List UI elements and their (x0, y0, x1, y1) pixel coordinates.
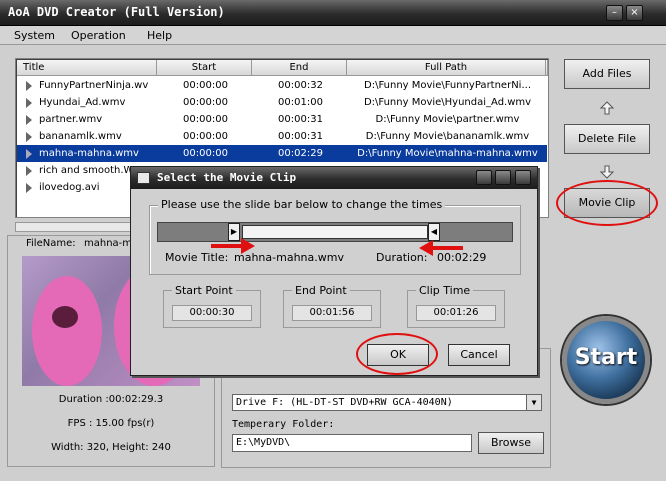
movie-clip-dialog: Select the Movie Clip Please use the sli… (130, 166, 538, 376)
red-arrow-right (211, 244, 245, 248)
cancel-button[interactable]: Cancel (448, 344, 510, 366)
down-arrow-icon (600, 165, 614, 179)
cell-start: 00:00:00 (183, 148, 228, 159)
table-row-selected[interactable]: mahna-mahna.wmv 00:00:00 00:02:29 D:\Fun… (17, 145, 547, 162)
row-indicator-icon (26, 166, 32, 176)
cell-path: D:\Funny Movie\bananamlk.wmv (365, 131, 530, 142)
start-button-label: Start (574, 345, 638, 370)
dialog-title: Select the Movie Clip (157, 171, 297, 184)
muppet-mouth (52, 306, 78, 328)
clip-time-box: Clip Time 00:01:26 (407, 284, 505, 328)
column-start[interactable]: Start (157, 60, 252, 76)
movie-title-value: mahna-mahna.wmv (234, 251, 344, 264)
end-point-box: End Point 00:01:56 (283, 284, 381, 328)
start-button[interactable]: Start (562, 316, 650, 404)
cell-path: D:\Funny Movie\partner.wmv (375, 114, 520, 125)
dialog-minimize-button[interactable] (476, 170, 492, 185)
end-slider-handle[interactable]: ◀ (428, 223, 440, 241)
table-row[interactable]: FunnyPartnerNinja.wv 00:00:00 00:00:32 D… (17, 77, 547, 94)
cell-title: FunnyPartnerNinja.wv (39, 80, 149, 91)
temp-folder-label: Temperary Folder: (232, 419, 335, 430)
selected-range (242, 225, 428, 239)
highlight-circle (356, 333, 438, 375)
row-indicator-icon (26, 115, 32, 125)
browse-button[interactable]: Browse (478, 432, 544, 454)
clip-time-label: Clip Time (416, 284, 474, 297)
close-button[interactable]: × (626, 5, 643, 21)
menu-operation[interactable]: Operation (71, 29, 126, 42)
cell-path: D:\Funny Movie\Hyundai_Ad.wmv (363, 97, 532, 108)
drive-select[interactable]: Drive F: (HL-DT-ST DVD+RW GCA-4040N) ▼ (232, 394, 542, 411)
title-bar: AoA DVD Creator (Full Version) – × (0, 0, 666, 26)
start-point-box: Start Point 00:00:30 (163, 284, 261, 328)
start-point-value[interactable]: 00:00:30 (172, 305, 252, 321)
muppet-figure (32, 276, 102, 386)
row-indicator-icon (26, 132, 32, 142)
size-info: Width: 320, Height: 240 (51, 442, 171, 453)
end-point-label: End Point (292, 284, 350, 297)
add-files-button[interactable]: Add Files (564, 59, 650, 89)
dialog-maximize-button[interactable] (495, 170, 511, 185)
delete-file-button[interactable]: Delete File (564, 124, 650, 154)
end-point-value[interactable]: 00:01:56 (292, 305, 372, 321)
cell-title: partner.wmv (39, 114, 103, 125)
cell-path: D:\Funny Movie\FunnyPartnerNi... (364, 80, 531, 91)
temp-folder-input[interactable]: E:\MyDVD\ (232, 434, 472, 452)
row-indicator-icon (26, 81, 32, 91)
highlight-circle (556, 180, 658, 226)
row-indicator-icon (26, 183, 32, 193)
table-row[interactable]: Hyundai_Ad.wmv 00:00:00 00:01:00 D:\Funn… (17, 94, 547, 111)
table-row[interactable]: partner.wmv 00:00:00 00:00:31 D:\Funny M… (17, 111, 547, 128)
dialog-title-bar: Select the Movie Clip (131, 167, 537, 189)
start-slider-handle[interactable]: ▶ (228, 223, 240, 241)
cell-title: Hyundai_Ad.wmv (39, 97, 126, 108)
column-title[interactable]: Title (17, 60, 157, 76)
cell-title: mahna-mahna.wmv (39, 148, 139, 159)
table-row[interactable]: bananamlk.wmv 00:00:00 00:00:31 D:\Funny… (17, 128, 547, 145)
row-indicator-icon (26, 98, 32, 108)
filename-label: FileName: (26, 238, 76, 249)
dialog-app-icon (137, 172, 150, 184)
window-title: AoA DVD Creator (Full Version) (8, 5, 225, 19)
drive-select-value: Drive F: (HL-DT-ST DVD+RW GCA-4040N) (236, 397, 453, 408)
cell-start: 00:00:00 (183, 97, 228, 108)
clip-range-slider[interactable]: ▶ ◀ (157, 222, 513, 242)
column-end[interactable]: End (252, 60, 347, 76)
duration-value: 00:02:29 (437, 251, 487, 264)
cell-end: 00:00:31 (278, 131, 323, 142)
cell-start: 00:00:00 (183, 114, 228, 125)
cell-path: D:\Funny Movie\mahna-mahna.wmv (357, 148, 538, 159)
cell-end: 00:01:00 (278, 97, 323, 108)
movie-title-label: Movie Title: (165, 251, 229, 264)
header-end (546, 60, 548, 76)
duration-info: Duration :00:02:29.3 (58, 394, 164, 405)
row-indicator-icon (26, 149, 32, 159)
fps-info: FPS : 15.00 fps(r) (67, 418, 155, 429)
start-point-label: Start Point (172, 284, 236, 297)
menu-system[interactable]: System (14, 29, 55, 42)
duration-label: Duration: (376, 251, 428, 264)
cell-end: 00:00:31 (278, 114, 323, 125)
clip-time-value: 00:01:26 (416, 305, 496, 321)
chevron-down-icon[interactable]: ▼ (526, 395, 541, 410)
up-arrow-icon (600, 101, 614, 115)
menu-help[interactable]: Help (147, 29, 172, 42)
cell-start: 00:00:00 (183, 80, 228, 91)
red-arrow-left (429, 246, 463, 250)
cell-end: 00:00:32 (278, 80, 323, 91)
dialog-close-button[interactable] (515, 170, 531, 185)
cell-title: bananamlk.wmv (39, 131, 122, 142)
cell-end: 00:02:29 (278, 148, 323, 159)
menu-bar: System Operation Help (0, 26, 666, 45)
cell-start: 00:00:00 (183, 131, 228, 142)
slider-instruction: Please use the slide bar below to change… (158, 198, 446, 211)
minimize-button[interactable]: – (606, 5, 623, 21)
filename-value: mahna-m (84, 238, 133, 249)
column-full-path[interactable]: Full Path (347, 60, 546, 76)
